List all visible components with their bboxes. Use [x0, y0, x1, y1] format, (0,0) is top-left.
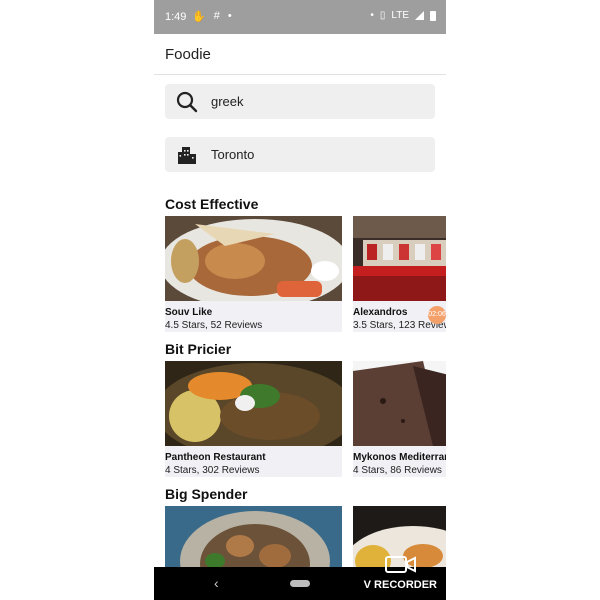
restaurant-photo — [353, 361, 446, 446]
restaurant-name: Pantheon Restaurant — [165, 452, 266, 463]
search-input[interactable]: greek — [211, 94, 244, 109]
restaurant-name: Alexandros — [353, 307, 408, 318]
restaurant-name: Mykonos Mediterranean — [353, 452, 446, 463]
section-title: Cost Effective — [165, 196, 259, 212]
restaurant-name: Souv Like — [165, 307, 213, 318]
vibrate-icon: ▯ — [379, 10, 386, 21]
recording-timer-badge[interactable]: 02:06 — [428, 306, 446, 324]
video-camera-icon[interactable] — [384, 553, 418, 575]
location-field[interactable]: Toronto — [165, 137, 435, 172]
system-nav-bar: ‹ V RECORDER — [154, 556, 446, 600]
battery-icon — [430, 10, 436, 21]
app-title: Foodie — [165, 46, 211, 63]
recorder-watermark: V RECORDER — [363, 579, 437, 591]
home-pill[interactable] — [290, 580, 310, 587]
signal-icon — [415, 11, 424, 20]
section-title: Bit Pricier — [165, 341, 232, 357]
city-icon — [178, 147, 196, 164]
restaurant-row: Souv Like 4.5 Stars, 52 Reviews Alexandr… — [165, 216, 446, 332]
restaurant-card[interactable]: Souv Like 4.5 Stars, 52 Reviews — [165, 216, 342, 332]
restaurant-photo — [165, 361, 342, 446]
restaurant-photo — [165, 216, 342, 301]
hand-icon: ✋ — [192, 11, 206, 23]
restaurant-rating: 4 Stars, 302 Reviews — [165, 465, 260, 476]
status-bar: 1:49 ✋ # • • ▯ LTE — [154, 0, 446, 34]
restaurant-photo — [353, 216, 446, 301]
search-icon — [176, 91, 198, 113]
location-input[interactable]: Toronto — [211, 147, 254, 162]
phone-screen: 1:49 ✋ # • • ▯ LTE Foodie greek Toronto … — [154, 0, 446, 600]
status-right: • ▯ LTE — [370, 10, 436, 21]
network-label: LTE — [391, 10, 409, 21]
status-time: 1:49 — [165, 11, 187, 23]
dot-icon: • — [227, 10, 232, 22]
restaurant-row: Pantheon Restaurant 4 Stars, 302 Reviews… — [165, 361, 446, 477]
back-icon[interactable]: ‹ — [214, 575, 219, 591]
restaurant-rating: 4.5 Stars, 52 Reviews — [165, 320, 263, 331]
app-bar: Foodie — [154, 34, 446, 75]
section-title: Big Spender — [165, 486, 248, 502]
slack-icon: # — [213, 10, 220, 22]
search-field[interactable]: greek — [165, 84, 435, 119]
notification-icons: ✋ # • — [192, 10, 232, 23]
dot-icon: • — [370, 10, 374, 21]
restaurant-card[interactable]: Mykonos Mediterranean 4 Stars, 86 Review… — [353, 361, 446, 477]
restaurant-rating: 4 Stars, 86 Reviews — [353, 465, 442, 476]
restaurant-card[interactable]: Pantheon Restaurant 4 Stars, 302 Reviews — [165, 361, 342, 477]
